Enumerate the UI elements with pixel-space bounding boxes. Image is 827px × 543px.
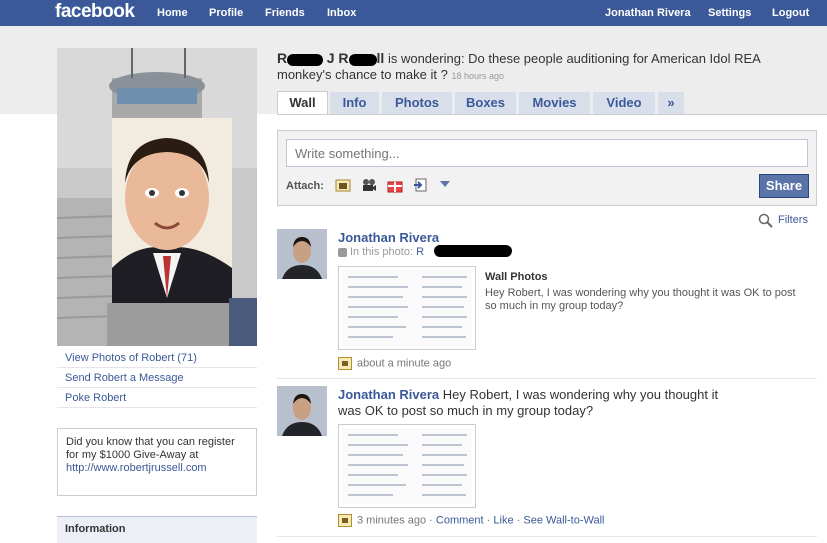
- promo-text: Did you know that you can register for m…: [66, 436, 235, 461]
- separator: ·: [486, 514, 491, 527]
- profile-picture-image: [57, 48, 257, 346]
- link-icon[interactable]: [413, 177, 429, 193]
- filters-link[interactable]: Filters: [778, 214, 808, 226]
- nav-home[interactable]: Home: [157, 0, 188, 26]
- photo-icon[interactable]: [335, 177, 351, 193]
- in-this-photo: In this photo: R: [338, 246, 424, 258]
- photo-icon: [338, 514, 352, 527]
- write-something-input[interactable]: [286, 139, 808, 167]
- feed-divider: [277, 536, 817, 537]
- redaction-mark: [287, 53, 324, 66]
- avatar[interactable]: [277, 229, 327, 279]
- avatar[interactable]: [277, 386, 327, 436]
- message-text-line2: was OK to post so much in my group today…: [338, 403, 594, 418]
- separator: ·: [429, 514, 433, 527]
- wall-photo-thumbnail[interactable]: [338, 424, 476, 508]
- status-name-part3[interactable]: ll: [377, 50, 385, 66]
- message-text: Hey Robert, I was wondering why you thou…: [442, 387, 719, 402]
- tab-wall[interactable]: Wall: [277, 91, 328, 114]
- status-text-line2: monkey's chance to make it ?: [277, 67, 448, 82]
- profile-picture[interactable]: [57, 48, 257, 346]
- wall-to-wall-link[interactable]: See Wall-to-Wall: [523, 514, 604, 526]
- separator: ·: [516, 514, 521, 527]
- nav-user-name[interactable]: Jonathan Rivera: [605, 0, 691, 26]
- poster-name[interactable]: Jonathan Rivera: [338, 230, 439, 245]
- share-button[interactable]: Share: [759, 174, 809, 198]
- video-icon[interactable]: [361, 177, 377, 193]
- magnifier-icon[interactable]: [758, 213, 774, 229]
- thumbnail-content: [342, 428, 472, 504]
- photo-icon: [338, 357, 352, 370]
- tagged-person-link[interactable]: R: [416, 246, 424, 258]
- tab-more[interactable]: »: [658, 92, 684, 114]
- tab-video[interactable]: Video: [593, 92, 655, 114]
- wall-publisher: Attach: Share: [277, 130, 817, 206]
- post-meta: 3 minutes ago · Comment · Like · See Wal…: [338, 514, 604, 527]
- album-title[interactable]: Wall Photos: [485, 271, 548, 283]
- post-time: 3 minutes ago: [357, 514, 427, 527]
- photo-caption: Hey Robert, I was wondering why you thou…: [485, 287, 796, 312]
- send-message-link[interactable]: Send Robert a Message: [57, 368, 257, 388]
- nav-profile[interactable]: Profile: [209, 0, 243, 26]
- post-meta: about a minute ago: [338, 357, 451, 370]
- tab-photos[interactable]: Photos: [382, 92, 452, 114]
- view-photos-link[interactable]: View Photos of Robert (71): [57, 348, 257, 368]
- status-update: R J R ll is wondering: Do these people au…: [277, 50, 827, 84]
- top-navigation-bar: facebook Home Profile Friends Inbox Jona…: [0, 0, 827, 26]
- comment-link[interactable]: Comment: [436, 514, 484, 526]
- post-time: about a minute ago: [357, 357, 452, 370]
- promo-link[interactable]: http://www.robertjrussell.com: [66, 462, 248, 475]
- nav-logout[interactable]: Logout: [772, 0, 809, 26]
- nav-inbox[interactable]: Inbox: [327, 0, 356, 26]
- status-name-part1[interactable]: R: [277, 50, 287, 66]
- poster-name[interactable]: Jonathan Rivera: [338, 387, 439, 402]
- gift-icon[interactable]: [387, 177, 403, 193]
- avatar-image: [277, 386, 327, 436]
- like-link[interactable]: Like: [493, 514, 513, 526]
- nav-friends[interactable]: Friends: [265, 0, 305, 26]
- feed-divider: [277, 378, 817, 379]
- tab-info[interactable]: Info: [330, 92, 379, 114]
- status-name-part2[interactable]: J R: [327, 50, 349, 66]
- wall-post-message: Jonathan Rivera Hey Robert, I was wonder…: [338, 387, 718, 419]
- wall-photo-thumbnail[interactable]: [338, 266, 476, 350]
- more-icon[interactable]: [440, 181, 450, 189]
- profile-action-links: View Photos of Robert (71) Send Robert a…: [57, 348, 257, 408]
- facebook-logo[interactable]: facebook: [55, 0, 135, 24]
- thumbnail-content: [342, 270, 472, 346]
- tab-boxes[interactable]: Boxes: [455, 92, 516, 114]
- tag-icon: [338, 247, 347, 257]
- redaction-mark: [434, 245, 512, 257]
- in-photo-label: In this photo:: [350, 246, 413, 258]
- poke-link[interactable]: Poke Robert: [57, 388, 257, 408]
- tab-underline: [277, 114, 827, 115]
- status-time: 18 hours ago: [451, 71, 505, 81]
- avatar-image: [277, 229, 327, 279]
- attach-label: Attach:: [286, 180, 324, 192]
- redaction-mark: [348, 53, 377, 66]
- nav-settings[interactable]: Settings: [708, 0, 751, 26]
- tab-movies[interactable]: Movies: [519, 92, 590, 114]
- information-heading: Information: [57, 516, 257, 543]
- status-text: is wondering: Do these people auditionin…: [387, 51, 761, 66]
- promo-box: Did you know that you can register for m…: [57, 428, 257, 496]
